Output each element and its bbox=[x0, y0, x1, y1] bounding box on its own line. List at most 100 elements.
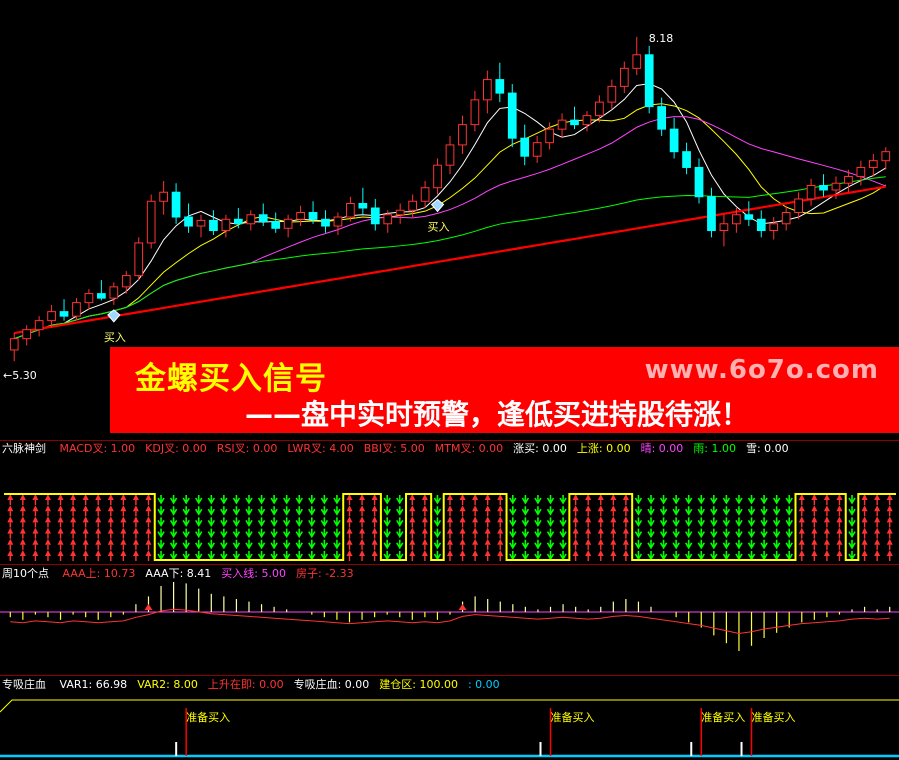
candle[interactable] bbox=[570, 119, 579, 126]
red-arrow bbox=[371, 505, 378, 512]
red-arrow bbox=[447, 516, 453, 523]
candle[interactable] bbox=[184, 216, 193, 227]
red-arrow bbox=[120, 550, 127, 556]
candle[interactable] bbox=[408, 200, 418, 211]
candle[interactable] bbox=[420, 187, 430, 202]
green-arrow bbox=[207, 539, 215, 550]
candle[interactable] bbox=[134, 242, 144, 277]
candle[interactable] bbox=[482, 79, 492, 101]
candle[interactable] bbox=[146, 200, 156, 244]
candle[interactable] bbox=[383, 214, 393, 225]
candle[interactable] bbox=[744, 214, 754, 220]
candle[interactable] bbox=[495, 79, 505, 94]
candle[interactable] bbox=[781, 212, 791, 225]
candle[interactable] bbox=[9, 338, 19, 351]
red-arrow bbox=[597, 505, 604, 512]
candle[interactable] bbox=[819, 184, 828, 191]
green-arrow bbox=[659, 528, 668, 539]
candle[interactable] bbox=[258, 214, 268, 223]
green-arrow bbox=[320, 539, 329, 550]
candle[interactable] bbox=[358, 203, 368, 209]
candle[interactable] bbox=[881, 151, 891, 162]
candle[interactable] bbox=[97, 293, 106, 299]
candle[interactable] bbox=[433, 164, 442, 189]
candle[interactable] bbox=[121, 275, 131, 288]
candle[interactable] bbox=[246, 214, 256, 225]
candle[interactable] bbox=[806, 184, 816, 200]
green-arrow bbox=[647, 517, 655, 527]
candle[interactable] bbox=[507, 92, 517, 139]
candle[interactable] bbox=[669, 128, 679, 153]
candle[interactable] bbox=[582, 115, 592, 126]
red-arrow bbox=[823, 505, 830, 512]
candle[interactable] bbox=[47, 311, 56, 322]
candle[interactable] bbox=[346, 203, 355, 218]
green-arrow bbox=[634, 517, 643, 527]
candle[interactable] bbox=[59, 311, 69, 317]
candle[interactable] bbox=[619, 67, 629, 87]
candle[interactable] bbox=[756, 218, 766, 232]
candle[interactable] bbox=[719, 223, 729, 232]
candle[interactable] bbox=[395, 209, 405, 216]
candle[interactable] bbox=[159, 191, 168, 202]
candle[interactable] bbox=[632, 54, 642, 69]
candle[interactable] bbox=[221, 218, 231, 232]
candle[interactable] bbox=[445, 144, 455, 166]
green-arrow bbox=[232, 539, 241, 550]
oscillator-chart[interactable] bbox=[0, 582, 899, 674]
red-arrow bbox=[70, 550, 77, 556]
signal-line-chart[interactable]: 准备买入 准备买入 准备买入 准备买入 bbox=[0, 694, 899, 760]
candle[interactable] bbox=[644, 54, 654, 108]
candle[interactable] bbox=[22, 329, 32, 340]
green-arrow bbox=[747, 551, 756, 561]
candle[interactable] bbox=[308, 212, 318, 220]
candle[interactable] bbox=[831, 182, 841, 191]
candle[interactable] bbox=[72, 302, 81, 317]
candle[interactable] bbox=[868, 160, 878, 168]
candle[interactable] bbox=[769, 223, 779, 232]
candle[interactable] bbox=[296, 212, 305, 220]
green-arrow bbox=[659, 517, 668, 527]
candle[interactable] bbox=[532, 142, 542, 157]
legend-item: LWR叉: 4.00 bbox=[287, 442, 354, 455]
candle[interactable] bbox=[283, 218, 293, 229]
green-arrow bbox=[195, 495, 203, 505]
candle[interactable] bbox=[545, 128, 554, 144]
red-arrow bbox=[861, 516, 868, 523]
candle[interactable] bbox=[844, 175, 853, 184]
red-arrow bbox=[472, 538, 479, 545]
green-arrow bbox=[295, 539, 303, 550]
candle[interactable] bbox=[370, 207, 380, 225]
green-arrow bbox=[710, 517, 718, 527]
signal-matrix-chart[interactable] bbox=[0, 458, 899, 562]
candle[interactable] bbox=[321, 218, 330, 227]
red-arrow bbox=[57, 550, 64, 556]
candle[interactable] bbox=[333, 216, 343, 227]
candle[interactable] bbox=[595, 101, 604, 117]
green-arrow bbox=[772, 517, 781, 527]
candle[interactable] bbox=[233, 218, 243, 225]
candle[interactable] bbox=[209, 219, 218, 232]
green-arrow bbox=[383, 551, 391, 561]
candle[interactable] bbox=[694, 166, 704, 198]
candle[interactable] bbox=[34, 320, 44, 331]
candle[interactable] bbox=[271, 221, 281, 229]
legend-item: VAR2: 8.00 bbox=[137, 678, 198, 691]
candle[interactable] bbox=[856, 166, 866, 177]
candle[interactable] bbox=[732, 214, 741, 225]
candle[interactable] bbox=[520, 137, 530, 157]
candle[interactable] bbox=[171, 191, 181, 218]
candle[interactable] bbox=[607, 85, 617, 103]
candle[interactable] bbox=[682, 151, 691, 168]
candle[interactable] bbox=[84, 293, 94, 304]
candle[interactable] bbox=[458, 124, 467, 146]
candle[interactable] bbox=[794, 198, 803, 214]
candle[interactable] bbox=[470, 99, 480, 126]
candle[interactable] bbox=[657, 106, 667, 130]
green-arrow bbox=[195, 517, 203, 527]
candle[interactable] bbox=[707, 196, 716, 232]
candle[interactable] bbox=[557, 119, 567, 130]
green-arrow bbox=[735, 539, 743, 550]
candle[interactable] bbox=[109, 286, 119, 299]
candle[interactable] bbox=[196, 219, 206, 227]
